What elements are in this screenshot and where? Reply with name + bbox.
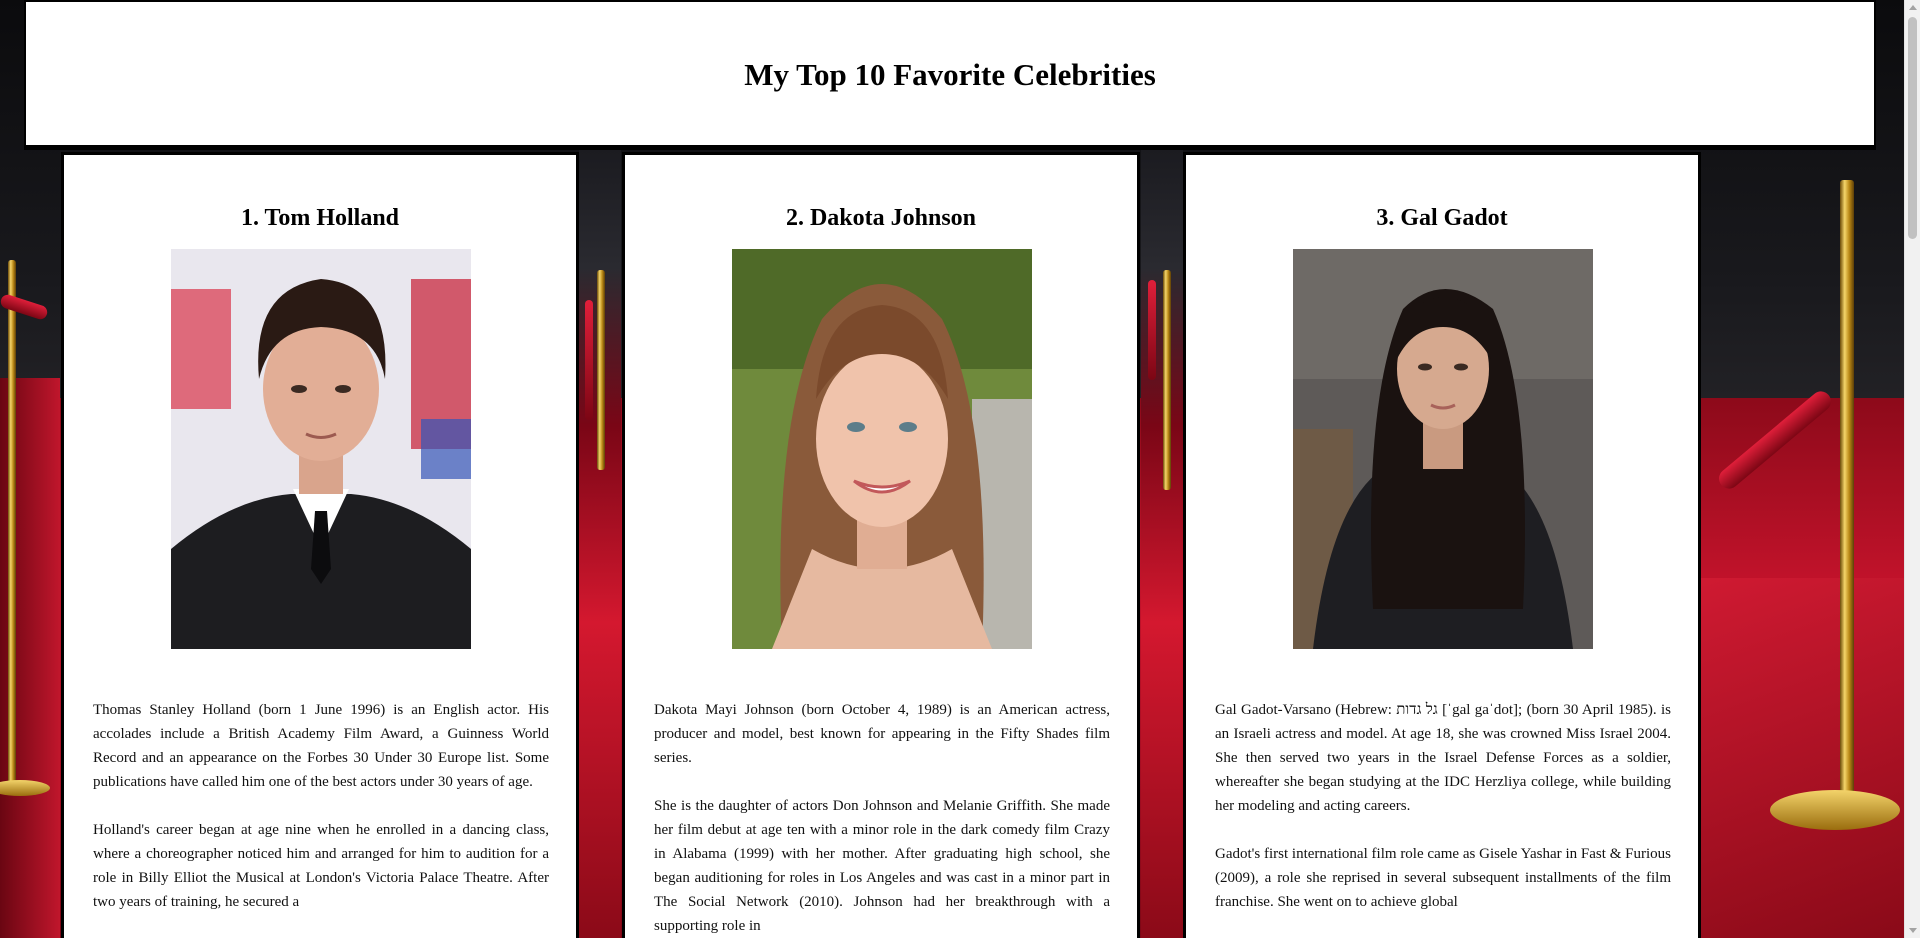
carpet-right-edge bbox=[1684, 578, 1904, 938]
celebrity-card-dakota-johnson: 2. Dakota Johnson Dakota Mayi Johnson (b… bbox=[622, 152, 1140, 938]
celebrity-bio: Gal Gadot-Varsano (Hebrew: גל גדות [ˈgal… bbox=[1215, 698, 1671, 938]
bio-paragraph: Holland's career began at age nine when … bbox=[93, 822, 549, 910]
celebrity-card-gal-gadot: 3. Gal Gadot Gal Gadot-Varsano (Hebrew: … bbox=[1183, 152, 1701, 938]
bio-paragraph: Gadot's first international film role ca… bbox=[1215, 846, 1671, 910]
bio-paragraph: Thomas Stanley Holland (born 1 June 1996… bbox=[93, 702, 549, 790]
celebrity-heading: 3. Gal Gadot bbox=[1376, 205, 1508, 231]
celebrity-photo bbox=[1293, 249, 1593, 649]
gold-stanchion-right bbox=[1840, 180, 1854, 800]
vertical-scrollbar[interactable] bbox=[1904, 0, 1920, 938]
celebrity-bio: Thomas Stanley Holland (born 1 June 1996… bbox=[93, 698, 549, 938]
bio-paragraph: Dakota Mayi Johnson (born October 4, 198… bbox=[654, 702, 1110, 766]
gold-stanchion-left bbox=[8, 260, 16, 790]
gap-strip-2 bbox=[1141, 150, 1183, 938]
dakota-johnson-portrait-image bbox=[732, 249, 1032, 649]
scrollbar-thumb[interactable] bbox=[1908, 17, 1917, 239]
tom-holland-portrait-image bbox=[171, 249, 471, 649]
bio-paragraph: She is the daughter of actors Don Johnso… bbox=[654, 798, 1110, 934]
bio-paragraph: Gal Gadot-Varsano (Hebrew: גל גדות [ˈgal… bbox=[1215, 702, 1671, 814]
celebrity-photo bbox=[171, 249, 471, 649]
page-title: My Top 10 Favorite Celebrities bbox=[744, 57, 1156, 92]
velvet-rope-gap-2 bbox=[1148, 280, 1156, 380]
gold-stanchion-gap-1 bbox=[597, 270, 605, 470]
gal-gadot-portrait-image bbox=[1293, 249, 1593, 649]
gap-strip-1 bbox=[579, 150, 621, 938]
celebrity-heading: 2. Dakota Johnson bbox=[785, 205, 977, 231]
stanchion-base-right bbox=[1770, 790, 1900, 830]
celebrity-photo bbox=[732, 249, 1032, 649]
celebrity-heading: 1. Tom Holland bbox=[240, 205, 400, 231]
celebrity-card-tom-holland: 1. Tom Holland Thomas Stanley Holland (b… bbox=[61, 152, 579, 938]
scroll-up-arrow-icon[interactable] bbox=[1909, 5, 1917, 10]
page-header: My Top 10 Favorite Celebrities bbox=[24, 0, 1876, 147]
celebrity-bio: Dakota Mayi Johnson (born October 4, 198… bbox=[654, 698, 1110, 938]
gold-stanchion-gap-2 bbox=[1163, 270, 1171, 490]
velvet-rope-gap-1 bbox=[585, 300, 593, 420]
scroll-down-arrow-icon[interactable] bbox=[1909, 928, 1917, 933]
